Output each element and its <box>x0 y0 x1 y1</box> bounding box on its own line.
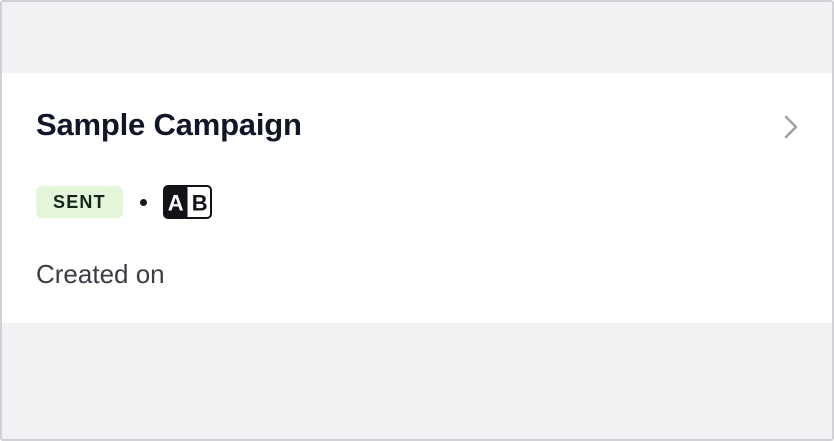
campaign-title[interactable]: Sample Campaign <box>36 107 302 143</box>
ab-letter-b: B <box>192 191 208 216</box>
campaign-card[interactable]: Sample Campaign SENT A B Created on <box>2 73 832 323</box>
ab-letter-a: A <box>168 191 184 216</box>
campaign-meta-row: SENT A B <box>36 185 212 219</box>
campaign-list-frame: Sample Campaign SENT A B Created on <box>0 0 834 441</box>
ab-test-icon: A B <box>162 185 212 219</box>
chevron-right-icon[interactable] <box>780 113 802 141</box>
created-on-label: Created on <box>36 259 165 289</box>
separator-dot <box>139 198 147 206</box>
status-badge: SENT <box>36 186 123 218</box>
